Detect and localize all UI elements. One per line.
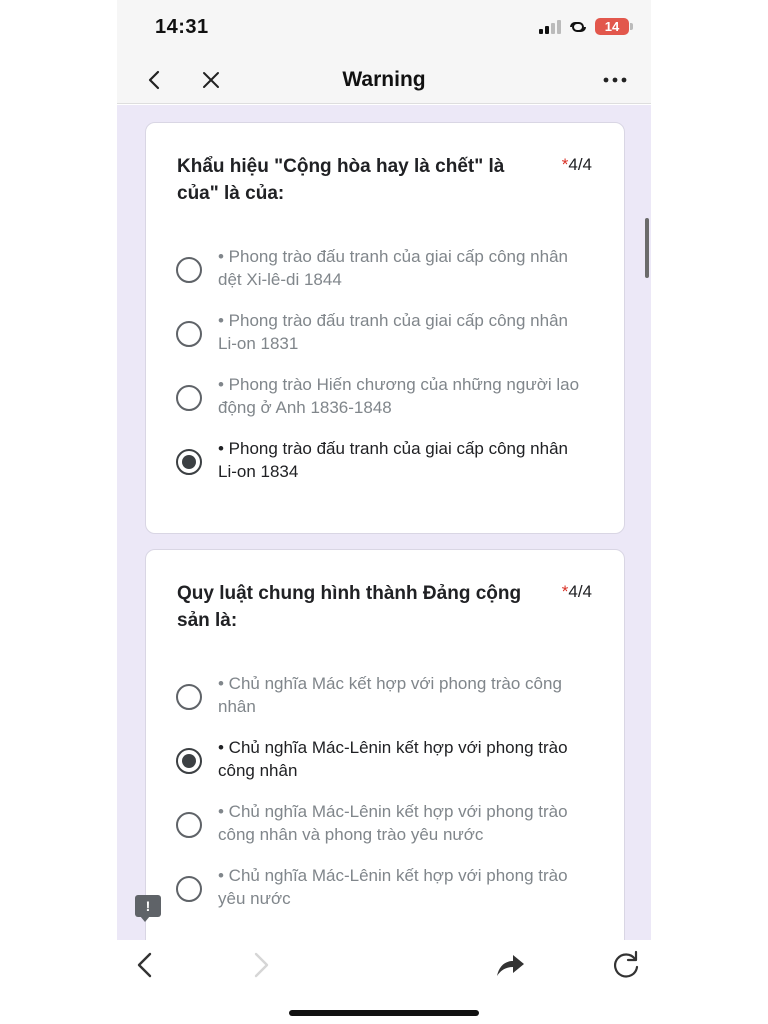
browser-toolbar: [117, 940, 651, 1024]
forward-arrow-icon: [254, 952, 269, 978]
answer-option[interactable]: • Chủ nghĩa Mác-Lênin kết hợp với phong …: [176, 864, 596, 916]
navigation-bar: Warning: [117, 56, 651, 104]
option-label: • Chủ nghĩa Mác-Lênin kết hợp với phong …: [218, 866, 568, 908]
refresh-icon[interactable]: [609, 948, 643, 982]
phone-screen: 14:31 14 Warning Khẩu hiệu "Cộng hòa hay…: [117, 0, 651, 1024]
question-score: *4/4: [562, 580, 592, 604]
radio-button[interactable]: [176, 257, 202, 283]
question-card: Khẩu hiệu "Cộng hòa hay là chết" là của"…: [145, 122, 625, 534]
option-label: • Phong trào đấu tranh của giai cấp công…: [218, 311, 568, 353]
home-indicator[interactable]: [289, 1010, 479, 1016]
option-label: • Chủ nghĩa Mác kết hợp với phong trào c…: [218, 674, 562, 716]
answer-option-selected[interactable]: • Chủ nghĩa Mác-Lênin kết hợp với phong …: [176, 736, 596, 788]
radio-button[interactable]: [176, 876, 202, 902]
radio-button-selected[interactable]: [176, 449, 202, 475]
option-label: • Phong trào Hiến chương của những người…: [218, 375, 580, 417]
status-time: 14:31: [155, 16, 209, 38]
option-label: • Phong trào đấu tranh của giai cấp công…: [218, 439, 568, 481]
answer-option-selected[interactable]: • Phong trào đấu tranh của giai cấp công…: [176, 437, 596, 489]
radio-button[interactable]: [176, 812, 202, 838]
signal-icon: [539, 19, 561, 34]
score-label: 4/4: [568, 582, 592, 601]
question-card: Quy luật chung hình thành Đảng cộng sản …: [145, 549, 625, 940]
status-icons: 14: [539, 18, 633, 35]
back-arrow-icon[interactable]: [129, 948, 163, 982]
option-label: • Chủ nghĩa Mác-Lênin kết hợp với phong …: [218, 802, 568, 844]
share-icon[interactable]: [493, 948, 527, 982]
answer-option[interactable]: • Phong trào Hiến chương của những người…: [176, 373, 596, 425]
radio-button[interactable]: [176, 385, 202, 411]
more-horizontal-icon[interactable]: [601, 70, 629, 90]
battery-icon: 14: [595, 18, 633, 35]
answer-option[interactable]: • Chủ nghĩa Mác kết hợp với phong trào c…: [176, 672, 596, 724]
answer-option[interactable]: • Phong trào đấu tranh của giai cấp công…: [176, 245, 596, 297]
question-score: *4/4: [562, 153, 592, 177]
answer-option[interactable]: • Chủ nghĩa Mác-Lênin kết hợp với phong …: [176, 800, 596, 852]
link-icon: [570, 21, 586, 32]
scrollbar-thumb[interactable]: [645, 218, 649, 278]
status-bar: 14:31 14: [117, 0, 651, 56]
page-title: Warning: [342, 68, 426, 91]
form-content[interactable]: Khẩu hiệu "Cộng hòa hay là chết" là của"…: [117, 105, 651, 940]
answer-option[interactable]: • Phong trào đấu tranh của giai cấp công…: [176, 309, 596, 361]
question-title: Khẩu hiệu "Cộng hòa hay là chết" là của"…: [177, 156, 505, 204]
option-label: • Phong trào đấu tranh của giai cấp công…: [218, 247, 568, 289]
radio-button[interactable]: [176, 321, 202, 347]
radio-button-selected[interactable]: [176, 748, 202, 774]
score-label: 4/4: [568, 155, 592, 174]
radio-button[interactable]: [176, 684, 202, 710]
option-label: • Chủ nghĩa Mác-Lênin kết hợp với phong …: [218, 738, 568, 780]
feedback-icon[interactable]: !: [135, 895, 161, 922]
question-title: Quy luật chung hình thành Đảng cộng sản …: [177, 583, 522, 631]
